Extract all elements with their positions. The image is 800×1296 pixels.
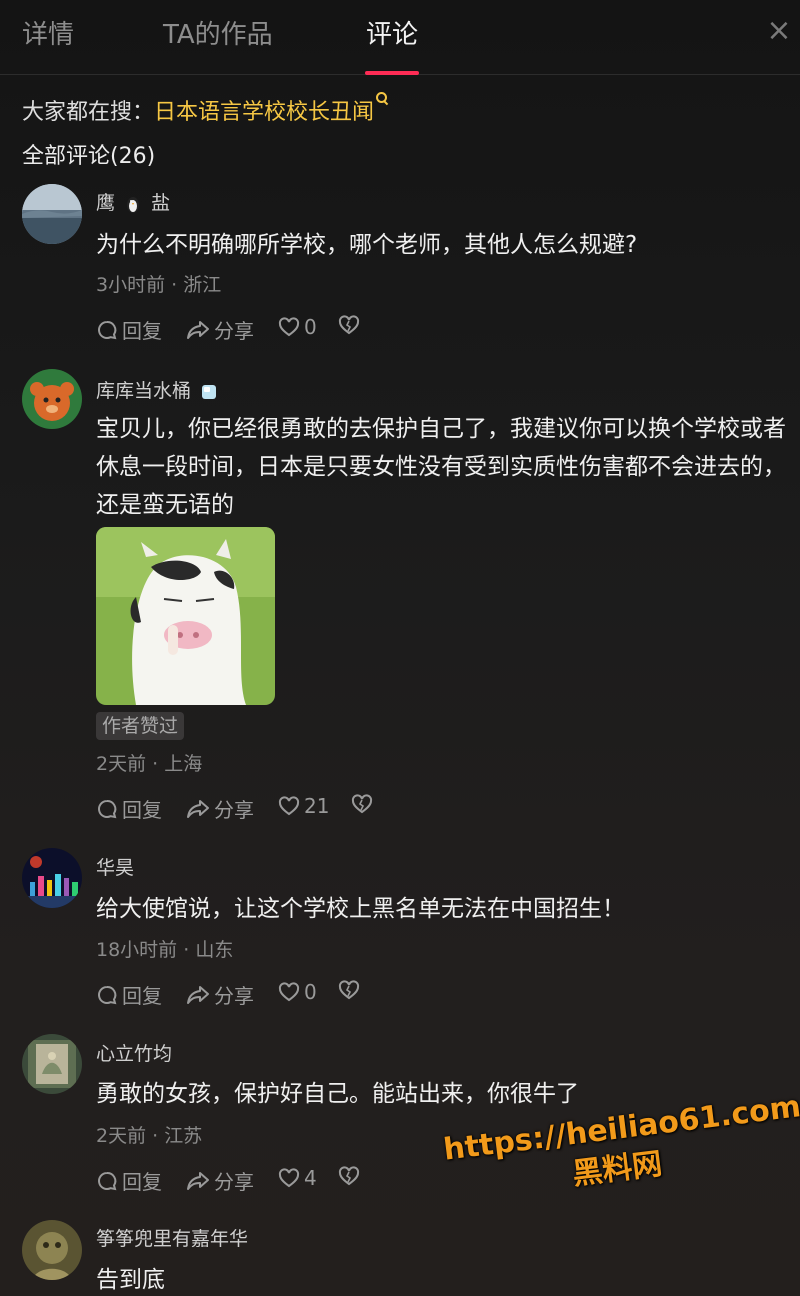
comment-meta: 2天前 · 上海	[96, 749, 202, 776]
dislike-button[interactable]	[351, 794, 377, 814]
like-button[interactable]: 0	[278, 980, 317, 1004]
dislike-button[interactable]	[338, 980, 364, 1000]
like-button[interactable]: 0	[278, 315, 317, 339]
comment-meta: 2天前 · 江苏	[96, 1121, 202, 1148]
share-icon	[187, 320, 209, 339]
share-label: 分享	[214, 1170, 254, 1194]
heart-icon	[278, 1168, 300, 1188]
share-icon	[187, 1171, 209, 1190]
comment-time: 2天前	[96, 1125, 147, 1147]
share-button[interactable]: 分享	[186, 980, 254, 1009]
tab-works[interactable]: TA的作品	[163, 14, 273, 51]
like-count: 4	[304, 1166, 317, 1190]
author-liked-badge: 作者赞过	[96, 712, 185, 740]
search-icon[interactable]	[376, 92, 388, 104]
avatar[interactable]	[22, 369, 82, 429]
comment-location: 上海	[164, 753, 203, 775]
like-button[interactable]: 4	[278, 1166, 317, 1190]
comment-location: 江苏	[164, 1125, 203, 1147]
comment-text: 为什么不明确哪所学校，哪个老师，其他人怎么规避?	[96, 232, 638, 258]
comment-username[interactable]: 库库当水桶	[96, 376, 219, 403]
avatar[interactable]	[22, 1034, 82, 1094]
username-text: 鹰	[96, 192, 116, 214]
like-count: 0	[304, 980, 317, 1004]
comment-location: 浙江	[183, 274, 222, 296]
comment-username[interactable]: 鹰 盐	[96, 188, 170, 215]
reply-label: 回复	[122, 319, 162, 343]
meta-separator: ·	[146, 753, 165, 775]
like-count: 21	[304, 794, 330, 818]
reply-icon	[98, 1171, 117, 1190]
reply-button[interactable]: 回复	[96, 1166, 162, 1195]
broken-heart-icon	[351, 794, 373, 814]
reply-label: 回复	[122, 798, 162, 822]
search-suggestion: 大家都在搜：日本语言学校校长丑闻	[22, 92, 388, 126]
broken-heart-icon	[338, 1166, 360, 1186]
username-text: 库库当水桶	[96, 380, 192, 402]
broken-heart-icon	[338, 980, 360, 1000]
heart-icon	[278, 796, 300, 816]
ice-cube-emoji-icon	[199, 382, 219, 402]
reply-icon	[98, 985, 117, 1004]
comment-meta: 18小时前 · 山东	[96, 935, 233, 962]
comment-text: 告到底	[96, 1267, 165, 1293]
share-button[interactable]: 分享	[186, 315, 254, 344]
like-button[interactable]: 21	[278, 794, 329, 818]
avatar[interactable]	[22, 1220, 82, 1280]
broken-heart-icon	[338, 315, 360, 335]
share-button[interactable]: 分享	[186, 1166, 254, 1195]
comment-location: 山东	[195, 939, 234, 961]
share-label: 分享	[214, 319, 254, 343]
comment-time: 3小时前	[96, 274, 166, 296]
tab-details[interactable]: 详情	[22, 14, 74, 51]
heart-icon	[278, 982, 300, 1002]
username-suffix: 盐	[151, 192, 171, 214]
comment-username[interactable]: 心立竹均	[96, 1039, 172, 1066]
meta-separator: ·	[165, 274, 184, 296]
search-suggestion-prefix: 大家都在搜：	[22, 100, 155, 125]
share-icon	[187, 799, 209, 818]
comments-page: 详情 TA的作品 评论 × 大家都在搜：日本语言学校校长丑闻 全部评论(26) …	[0, 0, 800, 1296]
meta-separator: ·	[146, 1125, 165, 1147]
tab-bar: 详情 TA的作品 评论 ×	[0, 0, 800, 75]
comment-time: 18小时前	[96, 939, 178, 961]
avatar[interactable]	[22, 184, 82, 244]
dislike-button[interactable]	[338, 315, 364, 335]
like-count: 0	[304, 315, 317, 339]
comment-username[interactable]: 华昊	[96, 853, 134, 880]
comment-text: 宝贝儿，你已经很勇敢的去保护自己了，我建议你可以换个学校或者休息一段时间，日本是…	[96, 416, 786, 518]
reply-button[interactable]: 回复	[96, 315, 162, 344]
reply-button[interactable]: 回复	[96, 794, 162, 823]
comment-time: 2天前	[96, 753, 147, 775]
heart-icon	[278, 317, 300, 337]
reply-icon	[98, 320, 117, 339]
dislike-button[interactable]	[338, 1166, 364, 1186]
share-label: 分享	[214, 798, 254, 822]
penguin-emoji-icon	[125, 195, 141, 213]
sticker-image[interactable]	[96, 527, 275, 705]
share-icon	[187, 985, 209, 1004]
close-icon[interactable]: ×	[762, 14, 796, 48]
reply-icon	[98, 799, 117, 818]
search-suggestion-link[interactable]: 日本语言学校校长丑闻	[154, 100, 374, 125]
comment-meta: 3小时前 · 浙江	[96, 270, 221, 297]
comment-username[interactable]: 筝筝兜里有嘉年华	[96, 1224, 248, 1251]
meta-separator: ·	[177, 939, 196, 961]
comment-text: 给大使馆说，让这个学校上黑名单无法在中国招生！	[96, 896, 625, 922]
tab-comments[interactable]: 评论	[366, 14, 418, 51]
reply-label: 回复	[122, 1170, 162, 1194]
comments-count-header: 全部评论(26)	[22, 144, 156, 169]
share-label: 分享	[214, 984, 254, 1008]
avatar[interactable]	[22, 848, 82, 908]
reply-label: 回复	[122, 984, 162, 1008]
reply-button[interactable]: 回复	[96, 980, 162, 1009]
share-button[interactable]: 分享	[186, 794, 254, 823]
active-tab-indicator	[365, 71, 419, 75]
